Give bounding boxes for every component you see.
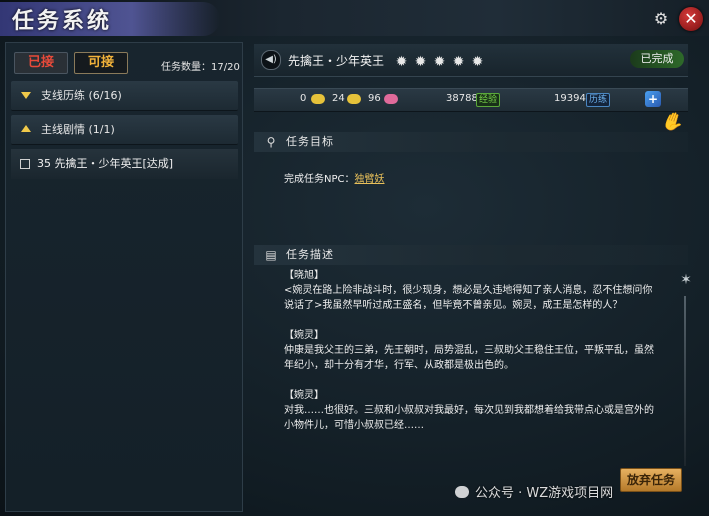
silver-value: 24: [332, 93, 345, 104]
quest-list-panel: 已接 可接 任务数量：17/20 支线历练 (6/16) 主线剧情 (1/1) …: [5, 42, 243, 512]
dialogue-line: <婉灵在路上险非战斗时，很少现身，想必是久违地得知了亲人消息，忍不住想问你: [284, 285, 653, 296]
abandon-quest-button[interactable]: 放弃任务: [620, 468, 682, 492]
watermark: 公众号 · WZ游戏项目网: [455, 482, 613, 501]
category-main-story[interactable]: 主线剧情 (1/1): [11, 115, 238, 145]
quest-window: 任务系统 ⚙ ✕ 已接 可接 任务数量：17/20 支线历练 (6/16) 主线…: [0, 0, 709, 516]
star-icon: ✹: [395, 54, 408, 70]
speaker-name: 【婉灵】: [284, 390, 324, 401]
goal-section-header: ⚲ 任务目标: [254, 132, 688, 152]
dialogue-line: 说话了>我虽然早听过成王盛名，但毕竟不曾亲见。婉灵，成王是怎样的人？: [284, 300, 623, 311]
expanded-arrow-icon: [21, 92, 31, 99]
speaker-name: 【婉灵】: [284, 330, 324, 341]
quest-name: 先擒王・少年英王: [288, 54, 385, 68]
skill-tag: 历练: [586, 93, 611, 107]
quest-header: ◀) 先擒王・少年英王 ✹ ✹ ✹ ✹ ✹ 已完成: [254, 44, 688, 77]
title-bar: 任务系统 ⚙ ✕: [0, 0, 709, 36]
dialogue-line: 仲康是我父王的三弟，先王朝时，局势混乱，三叔助父王稳住王位，平叛平乱，虽然: [284, 345, 654, 356]
goal-label: 完成任务NPC：: [284, 174, 355, 185]
plus-icon[interactable]: +: [645, 91, 661, 107]
scroll-icon: ▤: [265, 248, 277, 262]
gem-value: 96: [368, 93, 381, 104]
exp-value: 38788: [446, 93, 478, 104]
tab-accepted[interactable]: 已接: [14, 52, 68, 74]
quest-checkbox[interactable]: [20, 159, 30, 169]
star-icon: ✹: [433, 54, 446, 70]
skill-value: 19394: [554, 93, 586, 104]
desc-title: 任务描述: [286, 248, 334, 261]
watermark-text: 公众号 · WZ游戏项目网: [475, 486, 614, 501]
quest-count: 任务数量：17/20: [161, 62, 240, 73]
dialogue-line: 小物件儿，可惜小叔叔已经……: [284, 420, 424, 431]
silver-coin-icon: [347, 94, 361, 104]
wechat-icon: [455, 486, 469, 498]
star-rating: ✹ ✹ ✹ ✹ ✹: [394, 51, 489, 70]
window-title: 任务系统: [12, 9, 113, 34]
speaker-icon[interactable]: ◀): [261, 50, 281, 70]
pin-icon: ⚲: [266, 135, 276, 149]
close-icon[interactable]: ✕: [679, 7, 703, 31]
desc-section-header: ▤ 任务描述: [254, 245, 688, 265]
speaker-name: 【晓旭】: [284, 270, 324, 281]
category-label: 主线剧情 (1/1): [41, 123, 115, 136]
bell-icon: ✶: [680, 272, 692, 288]
category-side-quests[interactable]: 支线历练 (6/16): [11, 81, 238, 111]
rewards-bar: 0 24 96 38788 经验 19394 历练 +: [254, 88, 688, 112]
gold-coin-icon: [311, 94, 325, 104]
status-badge: 已完成: [630, 50, 684, 68]
star-icon: ✹: [471, 54, 484, 70]
tab-available[interactable]: 可接: [74, 52, 128, 74]
category-label: 支线历练 (6/16): [41, 89, 122, 102]
quest-description: 【晓旭】 <婉灵在路上险非战斗时，很少现身，想必是久违地得知了亲人消息，忍不住想…: [284, 268, 674, 433]
goal-title: 任务目标: [286, 135, 334, 148]
quest-item-label: 35 先擒王・少年英王[达成]: [37, 157, 174, 170]
gear-icon[interactable]: ⚙: [652, 10, 670, 28]
star-icon: ✹: [452, 54, 465, 70]
collapsed-arrow-icon: [21, 125, 31, 132]
goal-text: 完成任务NPC：独臂妖: [284, 170, 385, 185]
dialogue-line: 对我……也很好。三叔和小叔叔对我最好，每次见到我都想着给我带点心或是宫外的: [284, 405, 654, 416]
dialogue-line: 年纪小，却十分有才华，行军、从政都是极出色的。: [284, 360, 514, 371]
gold-value: 0: [300, 93, 307, 104]
exp-tag: 经验: [476, 93, 501, 107]
description-scrollbar[interactable]: [684, 296, 686, 466]
quest-list-item[interactable]: 35 先擒王・少年英王[达成]: [11, 149, 238, 179]
gem-icon: [384, 94, 398, 104]
star-icon: ✹: [414, 54, 427, 70]
goal-npc-link[interactable]: 独臂妖: [355, 174, 385, 185]
